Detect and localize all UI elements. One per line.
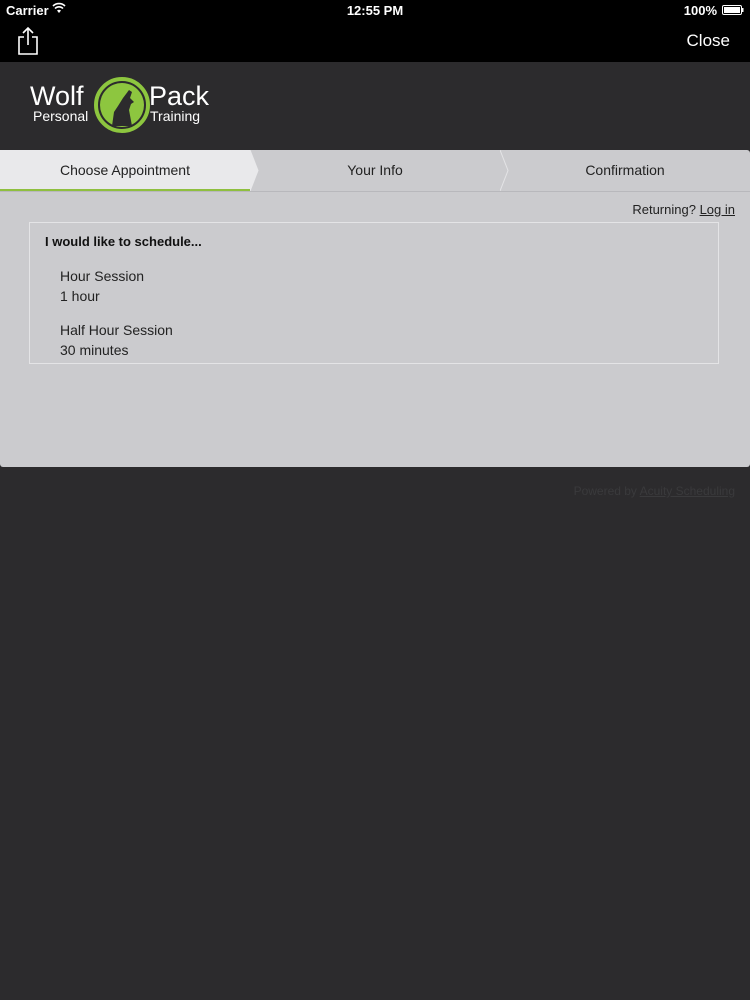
logo-word-left: Wolf: [30, 81, 84, 111]
close-button[interactable]: Close: [687, 31, 730, 51]
business-header: Wolf Pack Personal Training: [0, 62, 750, 150]
login-link[interactable]: Log in: [700, 202, 735, 217]
appointment-name: Half Hour Session: [60, 322, 173, 338]
schedule-heading: I would like to schedule...: [45, 234, 202, 249]
powered-by: Powered by Acuity Scheduling: [574, 484, 735, 498]
appointment-option-hour[interactable]: Hour Session 1 hour: [60, 266, 144, 306]
appointment-type-card: I would like to schedule... Hour Session…: [29, 222, 719, 364]
scheduling-panel: Choose Appointment Your Info Confirmatio…: [0, 150, 750, 467]
wolf-pack-logo: Wolf Pack Personal Training: [30, 77, 210, 133]
powered-by-label: Powered by: [573, 484, 637, 498]
step-tabs: Choose Appointment Your Info Confirmatio…: [0, 150, 750, 192]
battery-icon: [722, 5, 744, 15]
appointment-option-half-hour[interactable]: Half Hour Session 30 minutes: [60, 320, 173, 360]
status-bar: Carrier 12:55 PM 100%: [0, 0, 750, 20]
appointment-duration: 30 minutes: [60, 342, 129, 358]
returning-customer: Returning? Log in: [632, 202, 735, 217]
clock: 12:55 PM: [346, 3, 404, 18]
battery-percentage: 100%: [683, 3, 717, 18]
tab-confirmation[interactable]: Confirmation: [500, 150, 750, 191]
logo-sub-right: Training: [150, 108, 200, 124]
appointment-name: Hour Session: [60, 268, 145, 284]
returning-label: Returning?: [632, 202, 696, 217]
tab-choose-appointment[interactable]: Choose Appointment: [0, 150, 250, 191]
appointment-duration: 1 hour: [60, 288, 100, 304]
acuity-link[interactable]: Acuity Scheduling: [640, 484, 735, 498]
logo-sub-left: Personal: [33, 108, 88, 124]
tab-your-info[interactable]: Your Info: [250, 150, 500, 191]
navigation-bar: Close: [0, 20, 750, 62]
share-icon[interactable]: [16, 26, 40, 56]
logo-word-right: Pack: [149, 81, 210, 111]
